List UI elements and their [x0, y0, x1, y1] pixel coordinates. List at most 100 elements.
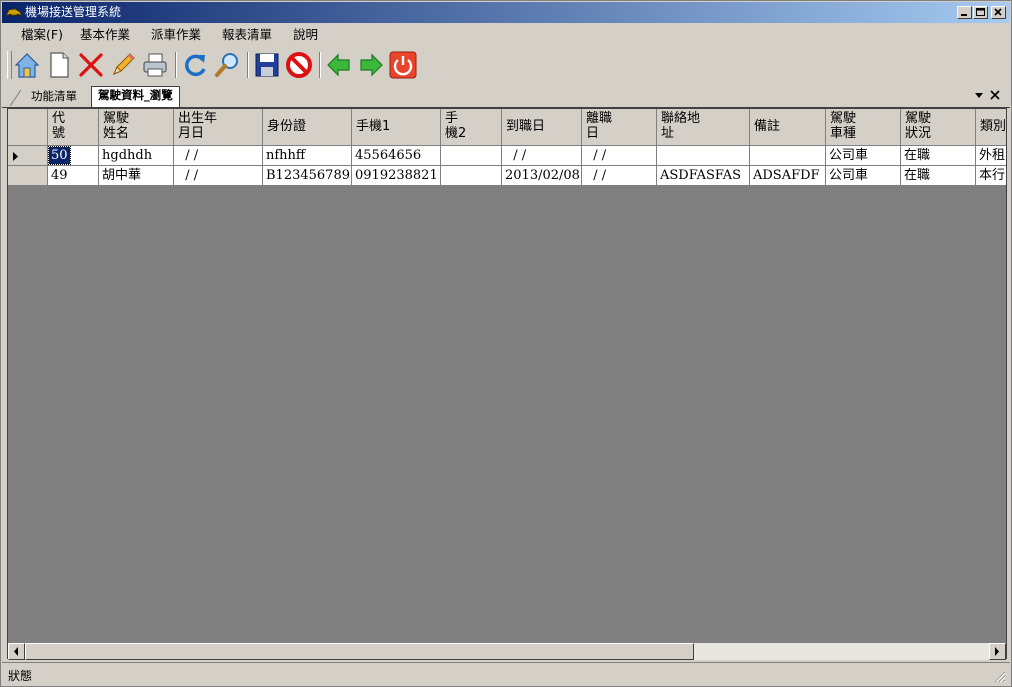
menu-basic-operations[interactable]: 基本作業 — [80, 27, 130, 43]
cell-driver-status[interactable]: 在職 — [901, 146, 976, 166]
column-header-driver-name[interactable]: 駕駛 姓名 — [99, 109, 174, 146]
cell-driver-name[interactable]: hgdhdh — [99, 146, 174, 166]
cell-code[interactable]: 50 — [48, 146, 99, 166]
print-icon — [143, 53, 167, 77]
scroll-thumb[interactable] — [25, 643, 694, 660]
resize-grip-icon[interactable] — [994, 671, 1006, 683]
search-button[interactable] — [213, 51, 241, 79]
tab-driver-data-browse[interactable]: 駕駛資料_瀏覽 — [91, 86, 180, 107]
column-header-mobile1[interactable]: 手機1 — [352, 109, 441, 146]
column-header-address[interactable]: 聯絡地 址 — [657, 109, 750, 146]
home-icon — [14, 53, 40, 78]
cell-driver-status[interactable]: 在職 — [901, 166, 976, 186]
data-grid[interactable]: 代 號 駕駛 姓名 出生年 月日 身份證 手機1 手 機2 到職日 離職 日 聯… — [7, 108, 1007, 659]
toolbar-separator — [319, 52, 321, 78]
menu-file[interactable]: 檔案(F) — [21, 27, 63, 43]
cell-remarks[interactable]: ADSAFDF — [750, 166, 826, 186]
cell-birth-date[interactable]: / / — [174, 166, 263, 186]
toolbar-grip[interactable] — [7, 51, 12, 79]
delete-x-icon — [79, 53, 103, 77]
status-label: 狀態 — [8, 669, 33, 683]
cell-address[interactable] — [657, 146, 750, 166]
scroll-right-button[interactable] — [989, 643, 1006, 660]
cell-category[interactable]: 本行 — [976, 166, 1006, 186]
cell-mobile2[interactable] — [441, 146, 502, 166]
refresh-icon — [185, 54, 206, 77]
next-button[interactable] — [357, 51, 385, 79]
cell-vehicle-type[interactable]: 公司車 — [826, 166, 901, 186]
cell-vehicle-type[interactable]: 公司車 — [826, 146, 901, 166]
app-car-icon — [6, 8, 22, 18]
row-header[interactable] — [8, 146, 48, 166]
search-magnifier-icon — [215, 53, 238, 77]
new-document-icon — [50, 52, 69, 78]
cell-address[interactable]: ASDFASFAS — [657, 166, 750, 186]
edit-pencil-icon — [113, 53, 135, 75]
menu-dispatch-operations[interactable]: 派車作業 — [151, 27, 201, 43]
close-button[interactable] — [991, 6, 1006, 19]
cell-mobile2[interactable] — [441, 166, 502, 186]
new-button[interactable] — [45, 51, 73, 79]
maximize-button[interactable] — [973, 6, 988, 19]
status-bar: 狀態 — [2, 662, 1010, 686]
cancel-stop-icon — [286, 52, 312, 78]
home-button[interactable] — [13, 51, 41, 79]
cell-driver-name[interactable]: 胡中華 — [99, 166, 174, 186]
delete-button[interactable] — [77, 51, 105, 79]
table-row[interactable]: 50 hgdhdh / / nfhhff 45564656 / / / / 公司… — [8, 146, 1006, 166]
cell-leave-date[interactable]: / / — [582, 166, 657, 186]
toolbar — [7, 48, 1007, 82]
column-header-remarks[interactable]: 備註 — [750, 109, 826, 146]
save-disk-icon — [255, 53, 279, 77]
menu-help[interactable]: 說明 — [293, 27, 318, 43]
next-arrow-icon — [360, 53, 383, 77]
tab-strip: 功能清單 駕駛資料_瀏覽 — [2, 85, 1010, 108]
tab-function-list[interactable]: 功能清單 — [31, 88, 77, 106]
cell-remarks[interactable] — [750, 146, 826, 166]
window-title: 機場接送管理系統 — [25, 5, 122, 19]
print-button[interactable] — [141, 51, 169, 79]
previous-button[interactable] — [325, 51, 353, 79]
cell-mobile1[interactable]: 0919238821 — [352, 166, 441, 186]
horizontal-scrollbar[interactable] — [8, 643, 1006, 660]
column-header-leave-date[interactable]: 離職 日 — [582, 109, 657, 146]
main-window: 機場接送管理系統 檔案(F) 基本作業 派車作業 報表清單 說明 功能清單 駕駛… — [0, 0, 1012, 687]
title-bar[interactable]: 機場接送管理系統 — [2, 2, 1010, 23]
column-header-code[interactable]: 代 號 — [48, 109, 99, 146]
cell-leave-date[interactable]: / / — [582, 146, 657, 166]
column-header-hire-date[interactable]: 到職日 — [502, 109, 582, 146]
column-header-vehicle-type[interactable]: 駕駛 車種 — [826, 109, 901, 146]
column-header-mobile2[interactable]: 手 機2 — [441, 109, 502, 146]
toolbar-separator — [247, 52, 249, 78]
exit-power-icon — [389, 51, 417, 79]
cell-category[interactable]: 外租 — [976, 146, 1006, 166]
column-header-driver-status[interactable]: 駕駛 狀況 — [901, 109, 976, 146]
exit-button[interactable] — [389, 51, 417, 79]
cell-hire-date[interactable]: 2013/02/08 — [502, 166, 582, 186]
table-row[interactable]: 49 胡中華 / / B123456789 0919238821 2013/02… — [8, 166, 1006, 186]
column-header-birth-date[interactable]: 出生年 月日 — [174, 109, 263, 146]
cell-id-number[interactable]: nfhhff — [263, 146, 352, 166]
save-button[interactable] — [253, 51, 281, 79]
cell-mobile1[interactable]: 45564656 — [352, 146, 441, 166]
minimize-button[interactable] — [957, 6, 972, 19]
cancel-button[interactable] — [285, 51, 313, 79]
menu-bar: 檔案(F) 基本作業 派車作業 報表清單 說明 — [2, 24, 1010, 46]
cell-hire-date[interactable]: / / — [502, 146, 582, 166]
tab-list-dropdown-icon[interactable] — [974, 89, 984, 101]
edit-button[interactable] — [109, 51, 137, 79]
cell-id-number[interactable]: B123456789 — [263, 166, 352, 186]
current-row-arrow-icon — [13, 152, 18, 161]
cell-code[interactable]: 49 — [48, 166, 99, 186]
row-header[interactable] — [8, 166, 48, 186]
menu-reports[interactable]: 報表清單 — [222, 27, 272, 43]
minimize-icon — [961, 14, 967, 16]
close-icon — [994, 8, 1002, 16]
refresh-button[interactable] — [181, 51, 209, 79]
column-header-id-number[interactable]: 身份證 — [263, 109, 352, 146]
tab-close-icon[interactable] — [989, 89, 1001, 101]
scroll-left-button[interactable] — [8, 643, 25, 660]
column-header-category[interactable]: 類別 — [976, 109, 1006, 146]
cell-birth-date[interactable]: / / — [174, 146, 263, 166]
scroll-left-arrow-icon — [14, 647, 18, 656]
